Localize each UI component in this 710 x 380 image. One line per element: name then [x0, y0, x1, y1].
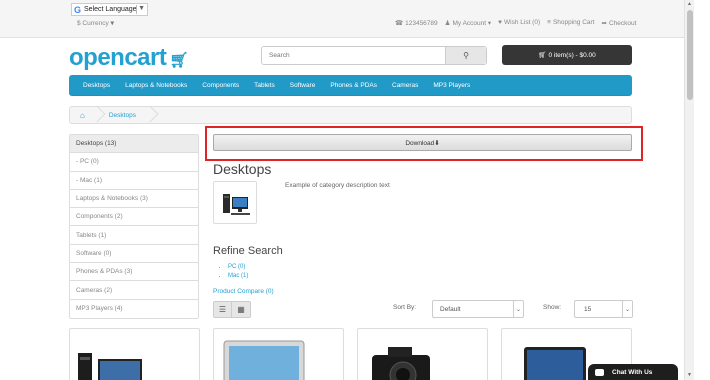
my-account-link[interactable]: ♟ My Account ▾ [445, 19, 492, 27]
desktop-computer-image [223, 194, 250, 215]
share-icon: ➦ [601, 20, 607, 27]
grid-icon: ▦ [237, 305, 245, 314]
refine-search-list: PC (0) Mac (1) [228, 264, 248, 282]
menu-item-phones[interactable]: Phones & PDAs [330, 82, 377, 89]
logo-cart-icon: 🛒︎ [169, 52, 188, 69]
shopping-cart-link[interactable]: ≡ Shopping Cart [547, 19, 594, 27]
menu-item-software[interactable]: Software [290, 82, 316, 89]
menu-item-tablets[interactable]: Tablets [254, 82, 275, 89]
page-title: Desktops [213, 161, 272, 177]
sidebar-item-desktops[interactable]: Desktops (13) [70, 135, 198, 154]
sidebar-item-laptops[interactable]: Laptops & Notebooks (3) [70, 190, 198, 209]
dropdown-arrow-icon: ▼ [138, 5, 145, 12]
caret-down-icon: ▾ [110, 20, 114, 27]
product-compare-link[interactable]: Product Compare (0) [213, 288, 274, 295]
scroll-down-icon[interactable]: ▼ [687, 372, 692, 378]
sidebar-item-components[interactable]: Components (2) [70, 208, 198, 227]
sidebar-item-cameras[interactable]: Cameras (2) [70, 281, 198, 300]
category-sidebar: Desktops (13) - PC (0) - Mac (1) Laptops… [69, 134, 199, 319]
list-icon: ☰ [218, 305, 227, 314]
menu-item-mp3[interactable]: MP3 Players [433, 82, 470, 89]
search-button[interactable]: ⚲ [445, 47, 486, 64]
breadcrumb-desktops[interactable]: Desktops [109, 112, 136, 119]
limit-select[interactable]: 15 ⌄ [574, 300, 633, 318]
download-button[interactable]: Download⬇ [213, 134, 632, 151]
product-card[interactable] [213, 328, 344, 380]
currency-dropdown[interactable]: $ Currency ▾ [77, 19, 114, 27]
top-bar: G Select Language ▼ $ Currency ▾ ☎ 123456… [0, 0, 684, 38]
cart-button[interactable]: 🛒︎ 0 item(s) - $0.00 [502, 45, 632, 65]
chat-widget-button[interactable]: Chat With Us [588, 364, 678, 380]
product-image [372, 347, 430, 380]
sort-select[interactable]: Default ⌄ [432, 300, 524, 318]
scroll-up-icon[interactable]: ▲ [687, 1, 692, 7]
phone-link[interactable]: ☎ 123456789 [395, 19, 438, 27]
sidebar-item-tablets[interactable]: Tablets (1) [70, 226, 198, 245]
main-menu: Desktops Laptops & Notebooks Components … [69, 75, 632, 96]
grid-view-button[interactable]: ▦ [232, 301, 251, 318]
phone-label: 123456789 [405, 20, 438, 27]
wish-list-link[interactable]: ♥ Wish List (0) [498, 19, 540, 27]
refine-search-title: Refine Search [213, 245, 283, 257]
view-toggle: ☰ ▦ [213, 301, 251, 318]
scrollbar[interactable]: ▲ ▼ [684, 0, 694, 380]
menu-item-laptops[interactable]: Laptops & Notebooks [125, 82, 187, 89]
breadcrumb: ⌂ Desktops [69, 106, 632, 124]
logo[interactable]: opencart 🛒︎ [69, 44, 188, 72]
google-icon: G [74, 4, 82, 15]
home-icon[interactable]: ⌂ [80, 111, 85, 120]
menu-item-cameras[interactable]: Cameras [392, 82, 418, 89]
heart-icon: ♥ [498, 19, 503, 26]
chevron-down-icon: ⌄ [513, 301, 523, 317]
search-input[interactable] [262, 47, 447, 64]
my-account-label: My Account ▾ [452, 20, 492, 27]
language-select-label: Select Language [84, 6, 137, 13]
language-select[interactable]: G Select Language ▼ [71, 3, 148, 16]
sort-select-value: Default [440, 305, 461, 313]
shopping-cart-label: Shopping Cart [552, 19, 595, 26]
currency-label: $ Currency [77, 20, 109, 27]
sidebar-item-pc[interactable]: - PC (0) [70, 153, 198, 172]
refine-item-pc[interactable]: PC (0) [228, 264, 248, 273]
search-box: ⚲ [261, 46, 487, 65]
scrollbar-thumb[interactable] [687, 10, 693, 100]
product-card[interactable] [357, 328, 488, 380]
product-card[interactable] [69, 328, 200, 380]
user-icon: ♟ [444, 20, 451, 27]
list-view-button[interactable]: ☰ [213, 301, 232, 318]
chevron-down-icon: ⌄ [622, 301, 632, 317]
menu-item-components[interactable]: Components [202, 82, 239, 89]
show-label: Show: [543, 304, 562, 311]
category-thumbnail[interactable] [213, 181, 257, 224]
breadcrumb-separator [144, 106, 154, 124]
product-image [223, 340, 305, 380]
checkout-link[interactable]: ➦ Checkout [602, 19, 637, 27]
chat-bubble-icon [595, 368, 604, 376]
chat-label: Chat With Us [612, 368, 653, 376]
checkout-label: Checkout [608, 20, 637, 27]
divider [136, 5, 137, 14]
cart-button-label: 0 item(s) - $0.00 [548, 51, 596, 59]
refine-item-mac[interactable]: Mac (1) [228, 273, 248, 282]
sidebar-item-phones[interactable]: Phones & PDAs (3) [70, 263, 198, 282]
sidebar-item-software[interactable]: Software (0) [70, 245, 198, 264]
sidebar-item-mp3[interactable]: MP3 Players (4) [70, 300, 198, 318]
category-description: Example of category description text [285, 182, 390, 189]
phone-icon: ☎ [395, 20, 404, 27]
logo-text: opencart [69, 44, 167, 71]
search-icon: ⚲ [463, 51, 469, 60]
menu-item-desktops[interactable]: Desktops [83, 82, 110, 89]
cart-icon: ≡ [547, 19, 551, 26]
cart-icon: 🛒︎ [538, 52, 547, 59]
breadcrumb-separator [91, 106, 101, 124]
wish-list-label: Wish List (0) [504, 19, 541, 26]
sidebar-item-mac[interactable]: - Mac (1) [70, 172, 198, 190]
product-image [78, 353, 142, 380]
top-links: ☎ 123456789 ♟ My Account ▾ ♥ Wish List (0) … [395, 19, 636, 27]
sort-label: Sort By: [393, 304, 417, 311]
limit-select-value: 15 [584, 305, 592, 313]
